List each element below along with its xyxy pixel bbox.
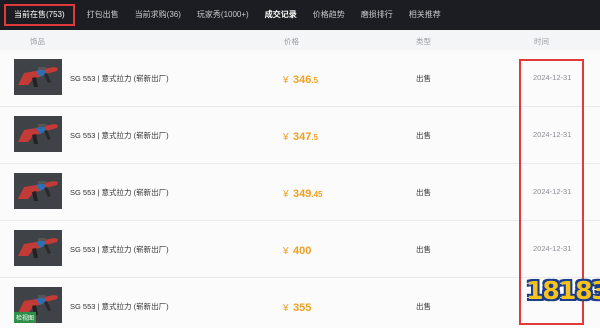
transaction-type: 出售	[416, 74, 431, 83]
item-price: ¥ 349.45	[283, 184, 323, 202]
tab-player-showcase[interactable]: 玩家秀(1000+)	[189, 0, 257, 30]
price-decimal: .5	[311, 76, 319, 85]
table-row[interactable]: SG 553 | 意式拉力 (崭新出厂) ¥ 349.45 出售 2024-12-31	[0, 164, 600, 221]
item-name[interactable]: SG 553 | 意式拉力 (崭新出厂)	[70, 301, 169, 312]
price-integer: 355	[293, 302, 312, 314]
currency-symbol: ¥	[283, 246, 289, 257]
transaction-time: 2024-12-31	[533, 73, 572, 82]
item-name[interactable]: SG 553 | 意式拉力 (崭新出厂)	[70, 130, 169, 141]
transaction-time: 2024-12-31	[533, 130, 572, 139]
currency-symbol: ¥	[283, 75, 289, 86]
transaction-type: 出售	[416, 131, 431, 140]
price-integer: 347	[293, 131, 312, 143]
weapon-thumbnail[interactable]	[14, 230, 62, 266]
inspect-badge[interactable]: 检视图	[14, 312, 37, 323]
price-decimal: .5	[311, 133, 319, 142]
transaction-type: 出售	[416, 302, 431, 311]
tab-related[interactable]: 相关推荐	[401, 0, 449, 30]
item-price: ¥ 346.5	[283, 70, 318, 88]
column-item: 饰品	[30, 37, 45, 46]
tab-bundle-sale[interactable]: 打包出售	[79, 0, 127, 30]
item-price: ¥ 400	[283, 241, 311, 259]
currency-symbol: ¥	[283, 303, 289, 314]
column-price: 价格	[284, 37, 299, 46]
currency-symbol: ¥	[283, 189, 289, 200]
transaction-time: 2024-12-31	[533, 187, 572, 196]
weapon-thumbnail[interactable]	[14, 173, 62, 209]
tab-wear-ranking[interactable]: 磨损排行	[353, 0, 401, 30]
item-name[interactable]: SG 553 | 意式拉力 (崭新出厂)	[70, 244, 169, 255]
transaction-time: 2024-12-31	[533, 244, 572, 253]
currency-symbol: ¥	[283, 132, 289, 143]
tab-buy-orders[interactable]: 当前求购(36)	[127, 0, 189, 30]
transaction-list: SG 553 | 意式拉力 (崭新出厂) ¥ 346.5 出售 2024-12-31 S…	[0, 50, 600, 328]
weapon-thumbnail[interactable]	[14, 59, 62, 95]
table-header: 饰品 价格 类型 时间	[0, 30, 600, 50]
table-row[interactable]: SG 553 | 意式拉力 (崭新出厂) ¥ 346.5 出售 2024-12-31	[0, 50, 600, 107]
price-integer: 400	[293, 245, 312, 257]
item-price: ¥ 355	[283, 298, 311, 316]
item-name[interactable]: SG 553 | 意式拉力 (崭新出厂)	[70, 187, 169, 198]
table-row[interactable]: SG 553 | 意式拉力 (崭新出厂) ¥ 347.5 出售 2024-12-31	[0, 107, 600, 164]
price-integer: 349	[293, 188, 312, 200]
transaction-type: 出售	[416, 188, 431, 197]
table-row[interactable]: SG 553 | 意式拉力 (崭新出厂) ¥ 400 出售 2024-12-31	[0, 221, 600, 278]
transaction-type: 出售	[416, 245, 431, 254]
tab-on-sale[interactable]: 当前在售(753)	[4, 4, 75, 26]
item-price: ¥ 347.5	[283, 127, 318, 145]
site-logo: 18183	[526, 276, 600, 305]
item-name[interactable]: SG 553 | 意式拉力 (崭新出厂)	[70, 73, 169, 84]
weapon-thumbnail[interactable]	[14, 116, 62, 152]
column-time: 时间	[534, 37, 549, 46]
price-integer: 346	[293, 74, 312, 86]
price-decimal: .45	[311, 190, 323, 199]
tab-transaction-history[interactable]: 成交记录	[257, 0, 305, 30]
table-row[interactable]: 检视图 SG 553 | 意式拉力 (崭新出厂) ¥ 355 出售	[0, 278, 600, 328]
weapon-thumbnail[interactable]: 检视图	[14, 287, 62, 323]
column-type: 类型	[416, 37, 431, 46]
tab-bar: 当前在售(753) 打包出售 当前求购(36) 玩家秀(1000+) 成交记录 …	[0, 0, 600, 30]
tab-price-trend[interactable]: 价格趋势	[305, 0, 353, 30]
